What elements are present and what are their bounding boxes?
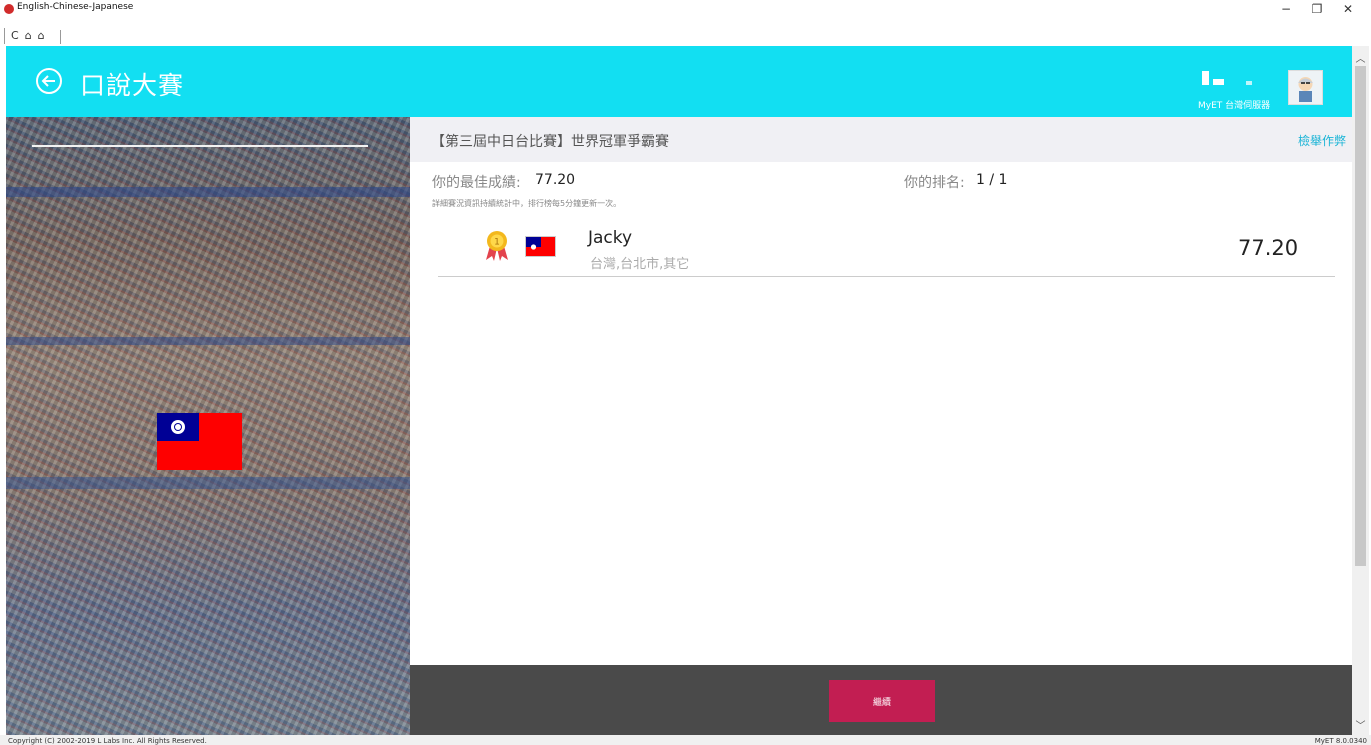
report-cheating-link[interactable]: 檢舉作弊 [1298, 132, 1346, 149]
scroll-thumb[interactable] [1355, 66, 1366, 566]
scroll-up-icon[interactable]: ︿ [1352, 50, 1369, 65]
continue-button[interactable]: 繼續 [829, 680, 935, 722]
window-titlebar: English-Chinese-Japanese − ❐ ✕ [0, 0, 1371, 28]
status-bar: Copyright (C) 2002-2019 L Labs Inc. All … [0, 735, 1371, 745]
refresh-icon[interactable]: C [11, 28, 19, 44]
home-alt-icon[interactable]: ⌂ [38, 28, 45, 44]
version-text: MyET 8.0.0340 [1314, 737, 1367, 745]
rank-label: 你的排名: [904, 175, 965, 191]
app-icon [4, 4, 14, 14]
avatar[interactable] [1288, 70, 1323, 105]
best-score-label: 你的最佳成績: [432, 175, 521, 191]
contest-banner: 【第三屆中日台比賽】世界冠軍爭霸賽 檢舉作弊 [410, 117, 1352, 162]
gold-medal-icon: 1 [486, 231, 508, 261]
vertical-scrollbar[interactable]: ︿ ﹀ [1352, 46, 1369, 736]
svg-text:1: 1 [494, 238, 500, 248]
bottom-action-bar: 繼續 [410, 665, 1352, 735]
photo-band-upper [6, 187, 410, 197]
player-score: 77.20 [1238, 236, 1299, 260]
server-label: MyET 台灣伺服器 [1198, 101, 1271, 111]
maximize-button[interactable]: ❐ [1307, 2, 1327, 16]
taiwan-flag-icon [525, 236, 556, 257]
minimize-button[interactable]: − [1276, 2, 1296, 16]
player-name: Jacky [588, 228, 633, 248]
taiwan-flag-large-icon [157, 413, 242, 470]
photo-band-middle [6, 337, 410, 345]
scroll-down-icon[interactable]: ﹀ [1352, 717, 1369, 732]
close-button[interactable]: ✕ [1338, 2, 1358, 16]
server-signal-icon [1202, 71, 1252, 85]
nav-divider [60, 30, 61, 44]
window-title: English-Chinese-Japanese [17, 2, 134, 12]
contest-title: 【第三屆中日台比賽】世界冠軍爭霸賽 [431, 134, 669, 150]
home-icon[interactable]: ⌂ [25, 28, 32, 44]
best-score-value: 77.20 [535, 172, 576, 188]
stadium-photo [6, 117, 410, 735]
user-avatar-icon [1289, 71, 1322, 104]
update-note: 詳細賽況資訊持續統計中，排行榜每5分鐘更新一次。 [432, 199, 622, 208]
copyright-text: Copyright (C) 2002-2019 L Labs Inc. All … [8, 737, 207, 745]
photo-divider-line [32, 145, 368, 147]
page-title: 口說大賽 [80, 71, 185, 100]
browser-nav-bar: C ⌂ ⌂ [4, 28, 45, 44]
player-location: 台灣,台北市,其它 [590, 257, 690, 272]
leaderboard-row[interactable]: 1 Jacky 台灣,台北市,其它 77.20 [438, 222, 1335, 277]
back-arrow-icon[interactable] [36, 68, 62, 94]
photo-band-lower [6, 477, 410, 489]
rank-value: 1 / 1 [976, 172, 1008, 188]
app-header: 口說大賽 MyET 台灣伺服器 [6, 46, 1352, 117]
